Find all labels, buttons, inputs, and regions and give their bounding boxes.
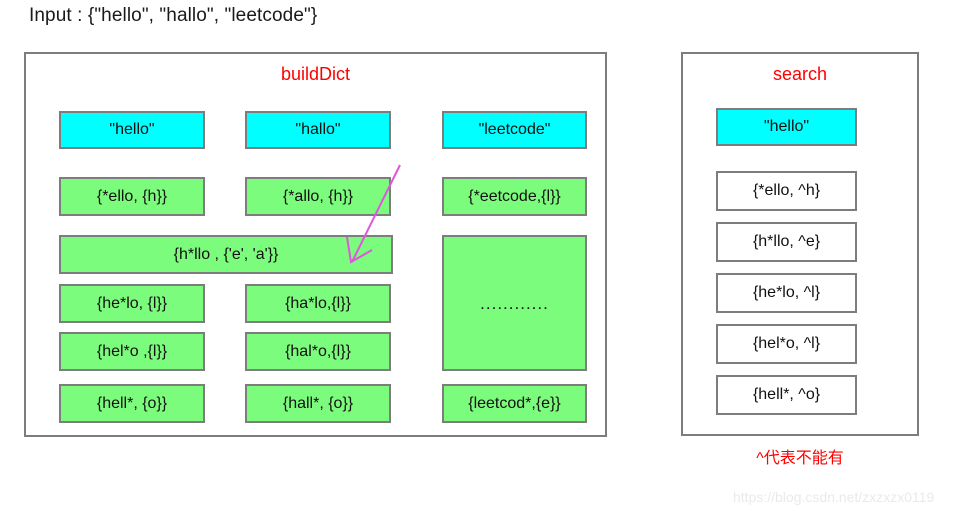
build-entry-hallo-3: {hall*, {o}} (245, 384, 391, 423)
build-entry-hello-0: {*ello, {h}} (59, 177, 205, 216)
search-entry-0: {*ello, ^h} (716, 171, 857, 211)
build-entry-hallo-2: {hal*o,{l}} (245, 332, 391, 371)
search-entry-4: {hell*, ^o} (716, 375, 857, 415)
search-entry-3: {hel*o, ^l} (716, 324, 857, 364)
build-entry-leetcode-ellipsis: ............ (442, 235, 587, 371)
diagram-canvas: Input : {"hello", "hallo", "leetcode"} b… (0, 0, 974, 517)
build-word-hallo: "hallo" (245, 111, 391, 149)
source-watermark: https://blog.csdn.net/zxzxzx0119 (733, 489, 935, 505)
build-entry-hallo-0: {*allo, {h}} (245, 177, 391, 216)
build-entry-leetcode-0: {*eetcode,{l}} (442, 177, 587, 216)
build-entry-hallo-1: {ha*lo,{l}} (245, 284, 391, 323)
build-entry-hello-1: {h*llo , {'e', 'a'}} (59, 235, 393, 274)
build-word-leetcode: "leetcode" (442, 111, 587, 149)
search-panel: search "hello" {*ello, ^h} {h*llo, ^e} {… (681, 52, 919, 436)
build-entry-hello-3: {hel*o ,{l}} (59, 332, 205, 371)
search-query-box: "hello" (716, 108, 857, 146)
build-dict-title: buildDict (280, 64, 351, 84)
build-entry-leetcode-2: {leetcod*,{e}} (442, 384, 587, 423)
build-entry-hello-2: {he*lo, {l}} (59, 284, 205, 323)
build-entry-hello-4: {hell*, {o}} (59, 384, 205, 423)
search-title: search (772, 64, 828, 84)
input-caption: Input : {"hello", "hallo", "leetcode"} (29, 5, 318, 26)
search-entry-2: {he*lo, ^l} (716, 273, 857, 313)
build-dict-panel: buildDict "hello" {*ello, {h}} {h*llo , … (24, 52, 607, 437)
search-entry-1: {h*llo, ^e} (716, 222, 857, 262)
caret-legend: ^代表不能有 (756, 450, 844, 467)
build-word-hello: "hello" (59, 111, 205, 149)
